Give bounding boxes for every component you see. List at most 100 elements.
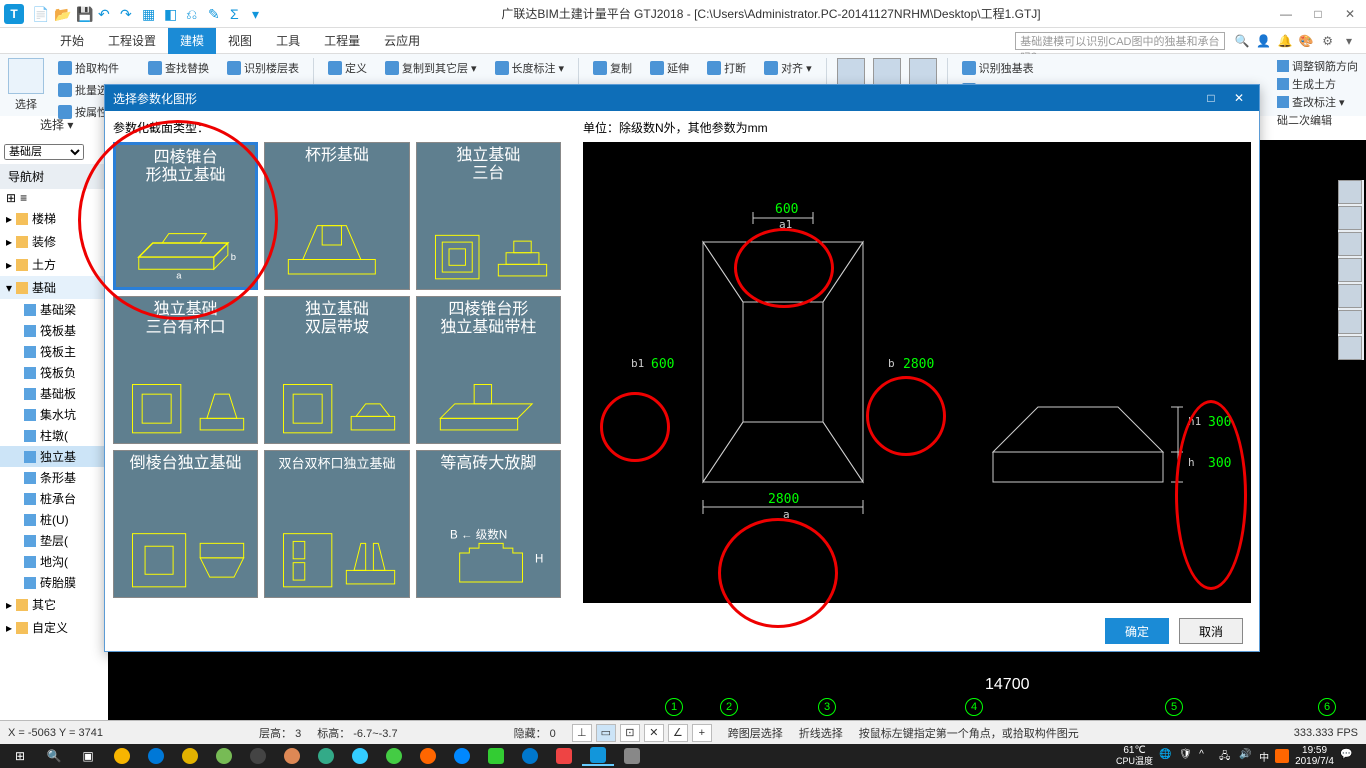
skin-icon[interactable]: 🎨 bbox=[1297, 34, 1315, 48]
generate-earthwork-button[interactable]: 生成土方 bbox=[1277, 76, 1358, 92]
tree-folder-custom[interactable]: ▸自定义 bbox=[0, 616, 108, 639]
tab-modeling[interactable]: 建模 bbox=[168, 28, 216, 54]
help-search-input[interactable]: 基础建模可以识别CAD图中的独基和承台吗？ bbox=[1015, 32, 1225, 50]
taskbar-app[interactable] bbox=[310, 746, 342, 766]
tree-folder-stairs[interactable]: ▸楼梯 bbox=[0, 207, 108, 230]
tree-item[interactable]: 柱墩( bbox=[0, 425, 108, 446]
status-toggle[interactable]: ▭ bbox=[596, 724, 616, 742]
tree-folder-foundation[interactable]: ▾基础 bbox=[0, 276, 108, 299]
dim-a-value[interactable]: 2800 bbox=[768, 492, 799, 507]
taskbar-app[interactable] bbox=[106, 746, 138, 766]
tab-cloud[interactable]: 云应用 bbox=[372, 28, 432, 54]
foundation-secondary-edit-button[interactable]: 础二次编辑 bbox=[1277, 112, 1358, 128]
thumb-equal-height-brick[interactable]: 等高砖大放脚 B ← 级数NH bbox=[416, 450, 561, 598]
view-modify-annotation-button[interactable]: 查改标注 ▾ bbox=[1277, 94, 1358, 110]
dim-h-value[interactable]: 300 bbox=[1208, 456, 1231, 471]
taskbar-app[interactable] bbox=[446, 746, 478, 766]
copy-button[interactable]: 复制 bbox=[589, 58, 636, 78]
cancel-button[interactable]: 取消 bbox=[1179, 618, 1243, 644]
dim-b1-value[interactable]: 600 bbox=[651, 357, 674, 372]
find-replace-button[interactable]: 查找替换 bbox=[144, 58, 213, 78]
status-toggle[interactable]: ⊡ bbox=[620, 724, 640, 742]
point-tool-icon[interactable] bbox=[837, 58, 865, 86]
tree-folder-other[interactable]: ▸其它 bbox=[0, 593, 108, 616]
view-tool-icon[interactable] bbox=[1338, 232, 1362, 256]
maximize-icon[interactable]: □ bbox=[1306, 7, 1330, 21]
qat-icon[interactable]: Σ bbox=[230, 6, 246, 22]
select-tool-icon[interactable] bbox=[8, 58, 44, 94]
polyline-select[interactable]: 折线选择 bbox=[799, 725, 843, 741]
qat-icon[interactable]: ✎ bbox=[208, 6, 224, 22]
thumb-pyramid-independent[interactable]: 四棱锥台形独立基础 ab bbox=[113, 142, 258, 290]
minimize-icon[interactable]: — bbox=[1274, 7, 1298, 21]
tray-network-icon[interactable]: 🖧 bbox=[1219, 749, 1233, 763]
qat-open-icon[interactable]: 📂 bbox=[54, 6, 70, 22]
status-toggle[interactable]: ✕ bbox=[644, 724, 664, 742]
thumb-double-cup[interactable]: 双台双杯口独立基础 bbox=[264, 450, 409, 598]
pick-component-button[interactable]: 拾取构件 bbox=[54, 58, 134, 78]
tab-quantity[interactable]: 工程量 bbox=[312, 28, 372, 54]
taskbar-app[interactable] bbox=[548, 746, 580, 766]
thumb-inverted-pyramid[interactable]: 倒棱台独立基础 bbox=[113, 450, 258, 598]
taskbar-app[interactable] bbox=[412, 746, 444, 766]
notification-icon[interactable]: 💬 bbox=[1340, 749, 1354, 763]
dialog-close-icon[interactable]: ✕ bbox=[1227, 91, 1251, 105]
tree-item[interactable]: 筏板基 bbox=[0, 320, 108, 341]
tray-ime[interactable]: 中 bbox=[1259, 749, 1269, 764]
tab-view[interactable]: 视图 bbox=[216, 28, 264, 54]
rect-tool-icon[interactable] bbox=[909, 58, 937, 86]
parameter-preview[interactable]: 600 a1 2800 a b1 600 b 2800 h1 300 h 300 bbox=[583, 142, 1251, 603]
select-mode-label[interactable]: 选择 ▾ bbox=[40, 116, 73, 133]
dim-h1-value[interactable]: 300 bbox=[1208, 415, 1231, 430]
thumb-cup-foundation[interactable]: 杯形基础 bbox=[264, 142, 409, 290]
tree-item[interactable]: 筏板主 bbox=[0, 341, 108, 362]
settings-icon[interactable]: ⚙ bbox=[1319, 34, 1337, 48]
help-icon[interactable]: ▾ bbox=[1340, 34, 1358, 48]
break-button[interactable]: 打断 bbox=[703, 58, 750, 78]
adjust-rebar-direction-button[interactable]: 调整钢筋方向 bbox=[1277, 58, 1358, 74]
tray-volume-icon[interactable]: 🔊 bbox=[1239, 749, 1253, 763]
tab-tools[interactable]: 工具 bbox=[264, 28, 312, 54]
tab-project-settings[interactable]: 工程设置 bbox=[96, 28, 168, 54]
tray-chevron-icon[interactable]: ^ bbox=[1199, 749, 1213, 763]
view-tool-icon[interactable] bbox=[1338, 336, 1362, 360]
taskbar-app[interactable] bbox=[208, 746, 240, 766]
tree-item[interactable]: 地沟( bbox=[0, 551, 108, 572]
taskbar-app[interactable] bbox=[140, 746, 172, 766]
qat-icon[interactable]: ▦ bbox=[142, 6, 158, 22]
qat-save-icon[interactable]: 💾 bbox=[76, 6, 92, 22]
tab-start[interactable]: 开始 bbox=[48, 28, 96, 54]
view-tool-icon[interactable] bbox=[1338, 284, 1362, 308]
tree-item[interactable]: 基础板 bbox=[0, 383, 108, 404]
qat-undo-icon[interactable]: ↶ bbox=[98, 6, 114, 22]
ok-button[interactable]: 确定 bbox=[1105, 618, 1169, 644]
view-tool-icon[interactable] bbox=[1338, 180, 1362, 204]
align-button[interactable]: 对齐 ▾ bbox=[760, 58, 816, 78]
taskbar-app[interactable] bbox=[174, 746, 206, 766]
tree-item[interactable]: 桩(U) bbox=[0, 509, 108, 530]
floor-select[interactable]: 基础层 bbox=[4, 144, 84, 160]
tree-item[interactable]: 桩承台 bbox=[0, 488, 108, 509]
qat-redo-icon[interactable]: ↷ bbox=[120, 6, 136, 22]
tray-icon[interactable] bbox=[1275, 749, 1289, 763]
copy-to-other-floor-button[interactable]: 复制到其它层 ▾ bbox=[381, 58, 481, 78]
qat-icon[interactable]: ▾ bbox=[252, 6, 268, 22]
qat-icon[interactable]: ◧ bbox=[164, 6, 180, 22]
tree-expand-icon[interactable]: ⊞ bbox=[6, 191, 16, 205]
tree-view-mode-icon[interactable]: ≡ bbox=[20, 191, 27, 205]
qat-new-icon[interactable]: 📄 bbox=[32, 6, 48, 22]
extend-button[interactable]: 延伸 bbox=[646, 58, 693, 78]
tree-folder-earthwork[interactable]: ▸土方 bbox=[0, 253, 108, 276]
user-icon[interactable]: 👤 bbox=[1255, 34, 1273, 48]
status-toggle[interactable]: + bbox=[692, 724, 712, 742]
length-dimension-button[interactable]: 长度标注 ▾ bbox=[491, 58, 569, 78]
identify-foundation-table-button[interactable]: 识别独基表 bbox=[958, 58, 1049, 78]
thumb-double-layer-slope[interactable]: 独立基础双层带坡 bbox=[264, 296, 409, 444]
thumb-three-step-cup[interactable]: 独立基础三台有杯口 bbox=[113, 296, 258, 444]
view-tool-icon[interactable] bbox=[1338, 310, 1362, 334]
thumb-three-step[interactable]: 独立基础三台 bbox=[416, 142, 561, 290]
dialog-maximize-icon[interactable]: □ bbox=[1199, 91, 1223, 105]
taskbar-app[interactable] bbox=[480, 746, 512, 766]
dim-a1-value[interactable]: 600 bbox=[775, 202, 798, 217]
start-button[interactable]: ⊞ bbox=[4, 746, 36, 766]
